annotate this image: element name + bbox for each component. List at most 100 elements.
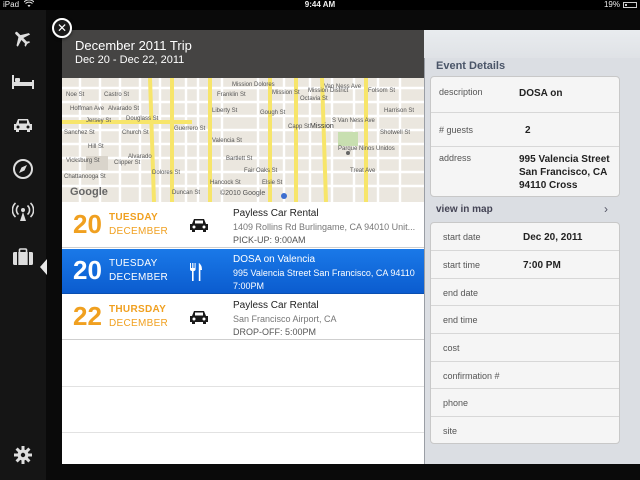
detail-row-end-date[interactable]: end date (431, 279, 619, 306)
detail-value: DOSA on (519, 88, 563, 99)
close-button[interactable]: ✕ (52, 18, 72, 38)
event-title: Payless Car Rental (233, 208, 319, 219)
map-label: Shotwell St (380, 130, 411, 136)
briefcase-icon[interactable] (8, 242, 38, 272)
event-month: DECEMBER (109, 272, 169, 283)
gear-icon[interactable] (8, 440, 38, 470)
map-label: Mission District (308, 88, 349, 94)
detail-value: Dec 20, 2011 (523, 232, 583, 243)
broadcast-icon[interactable] (8, 197, 38, 227)
map-label: Mission (310, 123, 334, 130)
event-info-card: description DOSA on # guests 2 address 9… (430, 76, 620, 197)
status-bar: iPad 9:44 AM 19% (0, 0, 640, 10)
map-label: Noe St (66, 92, 85, 98)
sidebar (0, 10, 47, 480)
map-label: Alvarado (128, 154, 152, 160)
map-label: Capp St (288, 124, 310, 130)
list-divider (62, 432, 424, 433)
event-month: DECEMBER (109, 318, 169, 329)
detail-row-start-time[interactable]: start time 7:00 PM (431, 251, 619, 279)
detail-row-guests[interactable]: # guests 2 (431, 113, 619, 147)
detail-label: end date (443, 288, 479, 298)
map-label: S Van Ness Ave (332, 118, 375, 124)
event-day: 20 (73, 209, 102, 239)
map-label: Dolores St (152, 170, 181, 176)
view-in-map-link[interactable]: view in map (436, 204, 493, 215)
detail-row-cost[interactable]: cost (431, 334, 619, 362)
detail-row-confirmation[interactable]: confirmation # (431, 362, 619, 389)
details-tab-bar (424, 30, 640, 58)
car-icon[interactable] (8, 110, 38, 140)
map-label: Clipper St (114, 160, 141, 166)
trip-dates: Dec 20 - Dec 22, 2011 (75, 54, 185, 66)
event-address: San Francisco Airport, CA (233, 314, 337, 324)
detail-label: confirmation # (443, 371, 500, 381)
map-label: Alvarado St (108, 106, 140, 112)
detail-label: address (439, 153, 472, 163)
map-label: Folsom St (368, 88, 396, 94)
map-label: Hancock St (210, 180, 241, 186)
details-header: Event Details (436, 60, 506, 72)
car-icon (188, 216, 210, 236)
event-time: PICK-UP: 9:00AM (233, 235, 306, 245)
detail-label: start time (443, 260, 481, 270)
detail-label: cost (443, 343, 460, 353)
event-time: DROP-OFF: 5:00PM (233, 327, 317, 337)
event-title: DOSA on Valencia (233, 254, 316, 265)
detail-row-address[interactable]: address 995 Valencia Street San Francisc… (431, 147, 619, 197)
event-day: 20 (73, 255, 102, 285)
map-label: Guerrero St (174, 126, 206, 132)
event-title: Payless Car Rental (233, 300, 319, 311)
compass-icon[interactable] (8, 154, 38, 184)
event-address: 995 Valencia Street San Francisco, CA 94… (233, 268, 415, 278)
event-day: 22 (73, 301, 102, 331)
event-month: DECEMBER (109, 226, 169, 237)
event-weekday: TUESDAY (109, 258, 158, 269)
map-label: Castro St (104, 92, 130, 98)
car-icon (188, 308, 210, 328)
event-row-selected[interactable]: 20 TUESDAY DECEMBER DOSA on Valencia 995… (62, 249, 424, 294)
chevron-right-icon: › (604, 202, 608, 216)
detail-row-phone[interactable]: phone (431, 389, 619, 417)
map-label: Bartlett St (226, 156, 253, 162)
map-label: Parque Ninos Unidos (338, 146, 395, 152)
map-label: Chattanooga St (64, 174, 106, 180)
map-label: Mission Dolores (232, 82, 275, 88)
event-row[interactable]: 22 THURSDAY DECEMBER Payless Car Rental … (62, 295, 424, 340)
detail-row-description[interactable]: description DOSA on (431, 77, 619, 113)
google-logo: Google (70, 186, 108, 198)
map-label: Elsie St (262, 180, 283, 186)
map-label: Mission St (272, 90, 300, 96)
map-label: Church St (122, 130, 149, 136)
map-label: Vicksburg St (66, 158, 100, 164)
detail-label: start date (443, 232, 481, 242)
map-label: Hoffman Ave (70, 106, 105, 112)
map-label: Jersey St (86, 118, 112, 124)
event-weekday: TUESDAY (109, 212, 158, 223)
detail-row-end-time[interactable]: end time (431, 306, 619, 334)
map-label: Douglass St (126, 116, 159, 122)
detail-value: 995 Valencia Street San Francisco, CA 94… (519, 154, 610, 191)
bed-icon[interactable] (8, 67, 38, 97)
clock: 9:44 AM (304, 0, 336, 9)
detail-label: phone (443, 398, 469, 408)
trip-header: December 2011 Trip Dec 20 - Dec 22, 2011 (62, 30, 424, 78)
trip-title: December 2011 Trip (75, 38, 192, 53)
airplane-icon[interactable] (8, 24, 38, 54)
event-weekday: THURSDAY (109, 304, 167, 315)
map-view[interactable]: Franklin St Gough St Octavia St Guerrero… (62, 30, 424, 202)
event-row[interactable]: 20 TUESDAY DECEMBER Payless Car Rental 1… (62, 203, 424, 248)
detail-row-site[interactable]: site (431, 417, 619, 444)
map-label: Liberty St (212, 108, 238, 114)
list-divider (62, 386, 424, 387)
detail-label: # guests (439, 125, 474, 135)
map-label: Franklin St (217, 92, 246, 98)
restaurant-icon (188, 262, 210, 282)
detail-row-start-date[interactable]: start date Dec 20, 2011 (431, 223, 619, 251)
detail-label: end time (443, 315, 478, 325)
detail-label: site (443, 426, 458, 436)
map-label: Hill St (88, 144, 104, 150)
battery-percent: 19% (603, 0, 620, 9)
event-time-card: start date Dec 20, 2011 start time 7:00 … (430, 222, 620, 444)
event-time: 7:00PM (233, 281, 265, 291)
